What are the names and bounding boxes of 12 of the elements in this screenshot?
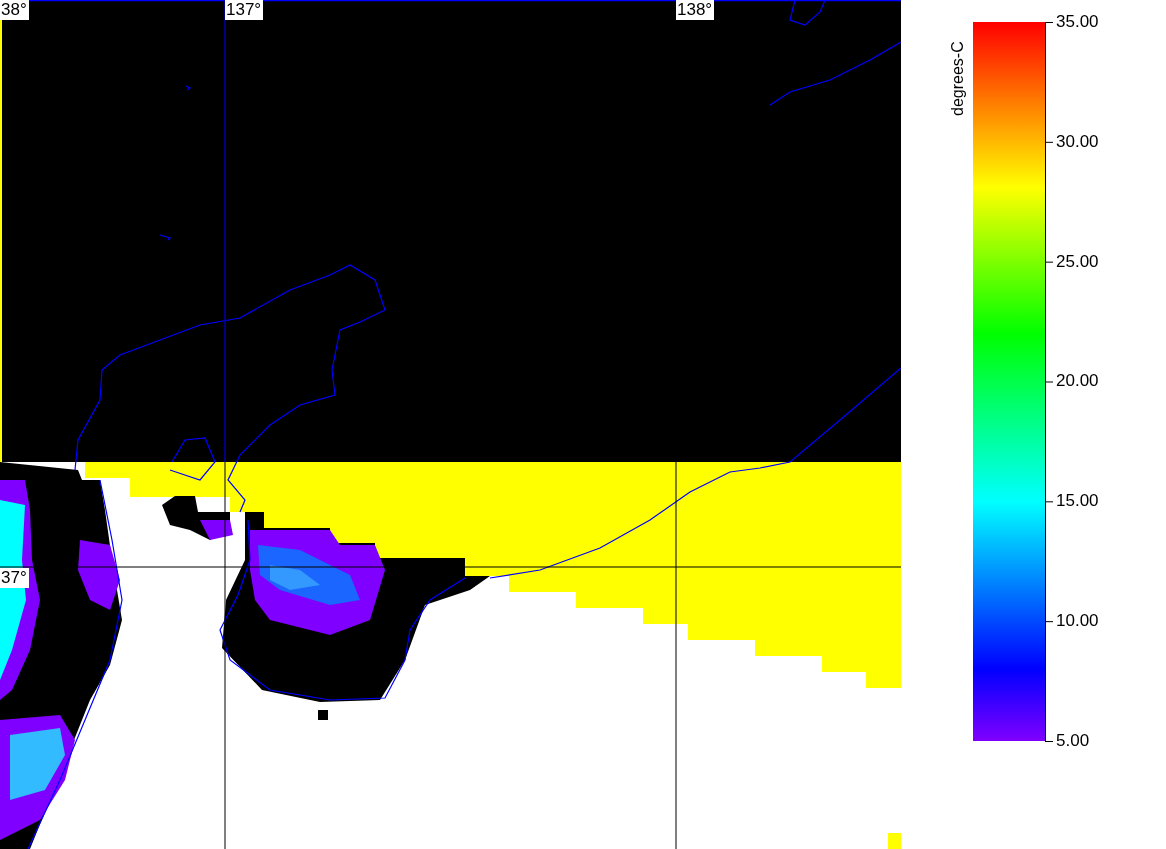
tick-label: 5.00	[1056, 731, 1091, 750]
latitude-label: 37°	[0, 568, 29, 588]
tick-label: 20.00	[1056, 372, 1099, 391]
tick-label: 25.00	[1056, 252, 1099, 271]
tick-label: 10.00	[1056, 612, 1099, 631]
longitude-label: 137°	[225, 0, 264, 20]
color-scale-title: degrees-C	[948, 40, 967, 116]
tick-label: 35.00	[1056, 13, 1099, 31]
tick-label: 30.00	[1056, 132, 1099, 151]
tick-label: 15.00	[1056, 492, 1099, 511]
longitude-label: 138°	[676, 0, 715, 20]
longitude-label: 38°	[0, 0, 29, 20]
